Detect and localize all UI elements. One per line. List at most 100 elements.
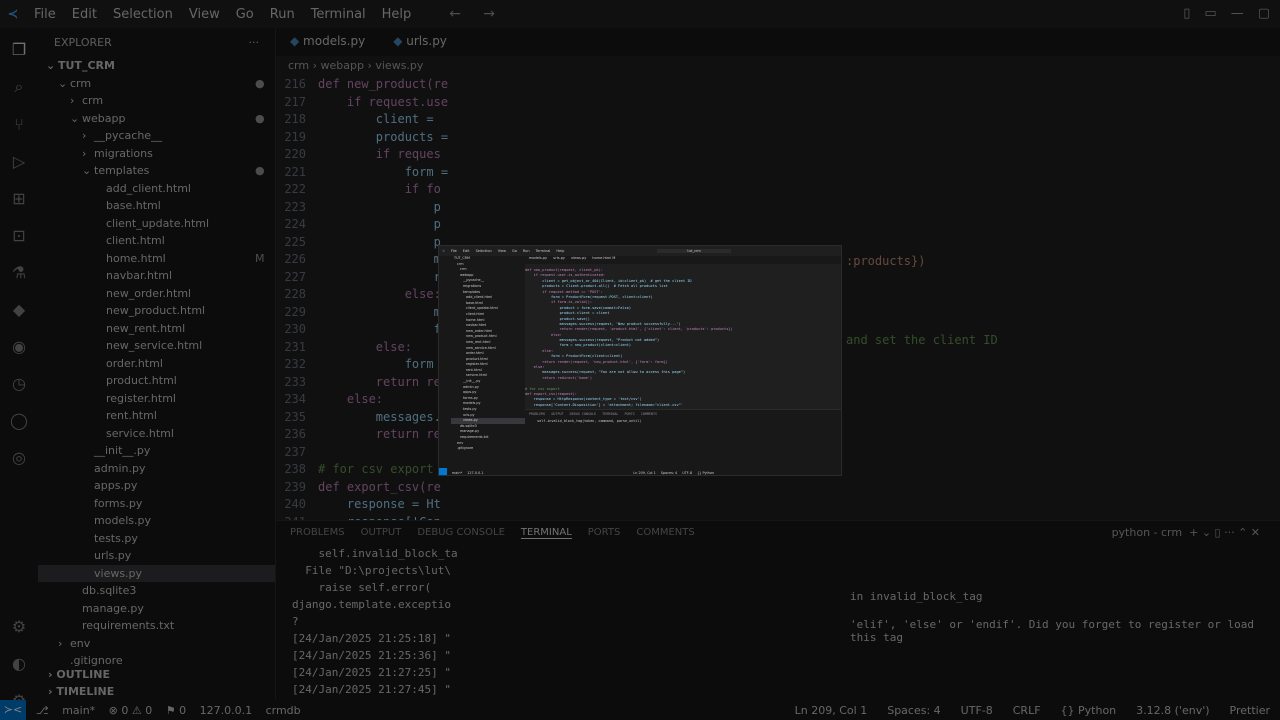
tree-item[interactable]: models.py <box>38 512 275 530</box>
docker-icon[interactable]: ◉ <box>0 337 38 356</box>
tree-item[interactable]: client.html <box>38 232 275 250</box>
tree-item[interactable]: order.html <box>38 355 275 373</box>
menu-terminal[interactable]: Terminal <box>311 7 366 22</box>
tree-item[interactable]: product.html <box>38 372 275 390</box>
tree-item[interactable]: service.html <box>38 425 275 443</box>
terminal-instance[interactable]: python - crm + ⌄ ▯ ··· ⌃ ✕ <box>1112 526 1260 539</box>
status-item[interactable]: {} Python <box>1061 704 1117 717</box>
tree-item[interactable]: ⌄ webapp ● <box>38 110 275 128</box>
account-icon[interactable]: ◐ <box>0 654 38 673</box>
mini-encoding[interactable]: UTF-8 <box>682 471 692 475</box>
settings-icon[interactable]: ⚙ <box>0 617 38 636</box>
mini-tab[interactable]: models.py <box>529 256 547 264</box>
nav-arrows[interactable]: ← → <box>449 6 495 22</box>
source-control-icon[interactable]: ⑂ <box>0 115 38 134</box>
menu-go[interactable]: Go <box>236 7 254 22</box>
mini-menu-file[interactable]: File <box>451 249 457 253</box>
toggle-panel-icon[interactable]: ▭ <box>1204 6 1216 21</box>
tree-item[interactable]: manage.py <box>38 600 275 618</box>
menu-selection[interactable]: Selection <box>113 7 173 22</box>
tab-models-py[interactable]: ◆ models.py <box>276 28 379 56</box>
mini-tab[interactable]: home.html M <box>592 256 615 264</box>
tree-item[interactable]: add_client.html <box>38 180 275 198</box>
mini-panel-tab[interactable]: DEBUG CONSOLE <box>570 412 597 416</box>
mini-remote-icon[interactable] <box>439 468 447 475</box>
explorer-icon[interactable]: ❐ <box>0 40 38 59</box>
mini-panel-tab[interactable]: TERMINAL <box>602 412 618 416</box>
mini-menu-edit[interactable]: Edit <box>463 249 470 253</box>
status-item[interactable]: Spaces: 4 <box>887 704 940 717</box>
run-debug-icon[interactable]: ▷ <box>0 152 38 171</box>
mini-menu-go[interactable]: Go <box>512 249 517 253</box>
tree-item[interactable]: › env <box>38 635 275 653</box>
python-icon[interactable]: ◆ <box>0 300 38 319</box>
minimize-icon[interactable]: — <box>1231 6 1244 21</box>
menu-help[interactable]: Help <box>382 7 412 22</box>
toggle-sidebar-icon[interactable]: ▯ <box>1183 6 1190 21</box>
mini-menu-help[interactable]: Help <box>556 249 564 253</box>
menu-file[interactable]: File <box>34 7 56 22</box>
panel-tab-comments[interactable]: COMMENTS <box>636 527 694 539</box>
tree-item[interactable]: requirements.txt <box>38 617 275 635</box>
tree-item[interactable]: register.html <box>38 390 275 408</box>
timeline-section[interactable]: › TIMELINE <box>38 683 276 700</box>
mini-panel-tab[interactable]: PORTS <box>624 412 634 416</box>
mini-branch[interactable]: main* <box>452 471 462 475</box>
breadcrumb-views[interactable]: views.py <box>375 59 423 72</box>
panel-tab-terminal[interactable]: TERMINAL <box>520 527 572 539</box>
tree-item[interactable]: ⌄ crm ● <box>38 75 275 93</box>
status-item[interactable]: CRLF <box>1013 704 1041 717</box>
mini-server[interactable]: 127.0.0.1 <box>467 471 483 475</box>
mini-menu-terminal[interactable]: Terminal <box>536 249 551 253</box>
status-item[interactable]: 3.12.8 ('env') <box>1136 704 1209 717</box>
testing-icon[interactable]: ⚗ <box>0 263 38 282</box>
panel-tab-output[interactable]: OUTPUT <box>361 527 402 539</box>
server-status[interactable]: 127.0.0.1 <box>200 704 252 717</box>
tree-item[interactable]: admin.py <box>38 460 275 478</box>
mini-spaces[interactable]: Spaces: 4 <box>661 471 677 475</box>
tree-item[interactable]: apps.py <box>38 477 275 495</box>
mini-cursor-pos[interactable]: Ln 209, Col 1 <box>633 471 655 475</box>
mini-search-box[interactable]: tut_crm <box>657 249 731 253</box>
tree-item[interactable]: new_order.html <box>38 285 275 303</box>
remote-indicator-icon[interactable]: ≻< <box>0 700 26 720</box>
mini-language[interactable]: {} Python <box>697 471 714 475</box>
mini-tree-item[interactable]: .gitignore <box>451 446 525 452</box>
tree-item[interactable]: ⌄ templates ● <box>38 162 275 180</box>
tree-item[interactable]: client_update.html <box>38 215 275 233</box>
outline-section[interactable]: › OUTLINE <box>38 666 276 683</box>
mini-menu-view[interactable]: View <box>498 249 506 253</box>
tree-item[interactable]: views.py <box>38 564 275 582</box>
tree-item[interactable]: tests.py <box>38 530 275 548</box>
db-status[interactable]: crmdb <box>266 704 301 717</box>
github-icon[interactable]: ◯ <box>0 411 38 430</box>
panel-tab-ports[interactable]: PORTS <box>588 527 621 539</box>
tree-item[interactable]: urls.py <box>38 547 275 565</box>
tree-item[interactable]: forms.py <box>38 495 275 513</box>
more-actions-icon[interactable]: ··· <box>249 36 260 49</box>
maximize-icon[interactable]: ▢ <box>1258 6 1270 21</box>
tree-item[interactable]: rent.html <box>38 407 275 425</box>
tree-item[interactable]: ⌄ TUT_CRM <box>38 57 275 75</box>
extensions-icon[interactable]: ⊞ <box>0 189 38 208</box>
mini-terminal[interactable]: self.invalid_block_tag(token, command, p… <box>529 419 839 424</box>
menu-run[interactable]: Run <box>270 7 295 22</box>
mini-panel-tab[interactable]: COMMENTS <box>641 412 657 416</box>
forward-arrow-icon[interactable]: → <box>483 6 495 22</box>
tree-item[interactable]: db.sqlite3 <box>38 582 275 600</box>
panel-tab-problems[interactable]: PROBLEMS <box>290 527 345 539</box>
tree-item[interactable]: › __pycache__ <box>38 127 275 145</box>
tree-item[interactable]: new_rent.html <box>38 320 275 338</box>
tree-item[interactable]: base.html <box>38 197 275 215</box>
timeline-icon[interactable]: ◷ <box>0 374 38 393</box>
mini-code[interactable]: def new_product(request, client_pk): if … <box>525 264 841 419</box>
tab-urls-py[interactable]: ◆ urls.py <box>379 28 461 56</box>
branch-status[interactable]: ⎇ main* <box>36 704 95 717</box>
mini-tab[interactable]: views.py <box>571 256 586 264</box>
tree-item[interactable]: navbar.html <box>38 267 275 285</box>
remote-explorer-icon[interactable]: ⊡ <box>0 226 38 245</box>
status-item[interactable]: Ln 209, Col 1 <box>795 704 868 717</box>
tree-item[interactable]: __init__.py <box>38 442 275 460</box>
tree-item[interactable]: home.html M <box>38 250 275 268</box>
breadcrumb-crm[interactable]: crm <box>288 59 309 72</box>
